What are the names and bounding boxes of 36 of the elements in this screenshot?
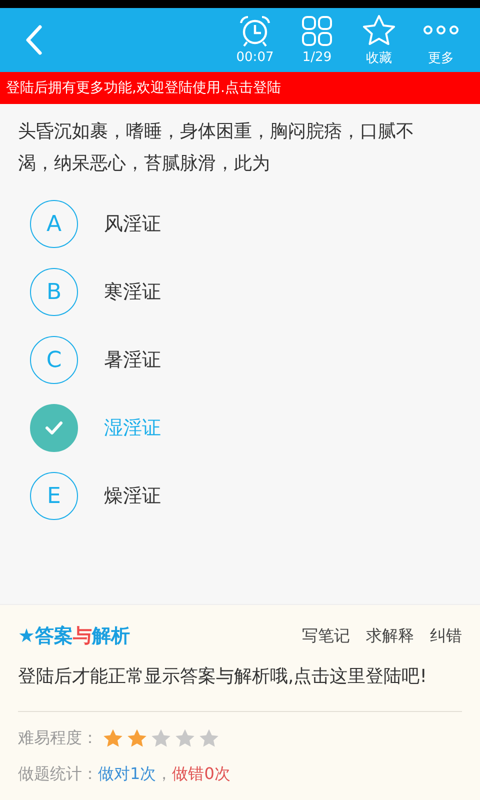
option-label[interactable]: 燥淫证	[104, 483, 161, 509]
answer-analysis-title: ★答案与解析	[18, 624, 130, 649]
check-icon	[45, 421, 63, 435]
option-radio[interactable]: B	[30, 268, 78, 316]
login-message[interactable]: 登陆后才能正常显示答案与解析哦,点击这里登陆吧!	[18, 661, 462, 693]
alarm-clock-icon[interactable]	[237, 15, 273, 47]
option-radio[interactable]: E	[30, 472, 78, 520]
option-radio[interactable]: C	[30, 336, 78, 384]
difficulty-label: 难易程度：	[18, 728, 98, 748]
action-link[interactable]: 纠错	[430, 626, 462, 646]
star-icon	[198, 728, 220, 748]
option-radio[interactable]: A	[30, 200, 78, 248]
back-icon	[24, 24, 44, 56]
action-link[interactable]: 求解释	[366, 626, 414, 646]
star-icon[interactable]	[362, 14, 396, 46]
toolbar-label[interactable]: 更多	[428, 48, 454, 66]
option-label[interactable]: 寒淫证	[104, 279, 161, 305]
toolbar-label[interactable]: 00:07	[236, 50, 274, 65]
star-icon	[126, 728, 148, 748]
correct-count: 做对1次	[98, 764, 156, 784]
option-label[interactable]: 风淫证	[104, 211, 161, 237]
wrong-count: 做错0次	[172, 764, 230, 784]
option-label[interactable]: 湿淫证	[104, 415, 161, 441]
option-label[interactable]: 暑淫证	[104, 347, 161, 373]
stats-label: 做题统计：	[18, 764, 98, 784]
toolbar-label[interactable]: 收藏	[366, 48, 392, 66]
action-link[interactable]: 写笔记	[302, 626, 350, 646]
separator-text: ，	[156, 764, 172, 784]
star-icon	[174, 728, 196, 748]
login-banner[interactable]: 登陆后拥有更多功能,欢迎登陆使用.点击登陆	[0, 72, 480, 104]
toolbar-label[interactable]: 1/29	[302, 50, 332, 65]
star-icon	[102, 728, 124, 748]
grid-icon[interactable]	[301, 15, 333, 47]
option-radio[interactable]	[30, 404, 78, 452]
question-text: 头昏沉如裹，嗜睡，身体困重，胸闷脘痞，口腻不渴，纳呆恶心，苔腻脉滑，此为	[17, 120, 415, 176]
star-icon	[150, 728, 172, 748]
